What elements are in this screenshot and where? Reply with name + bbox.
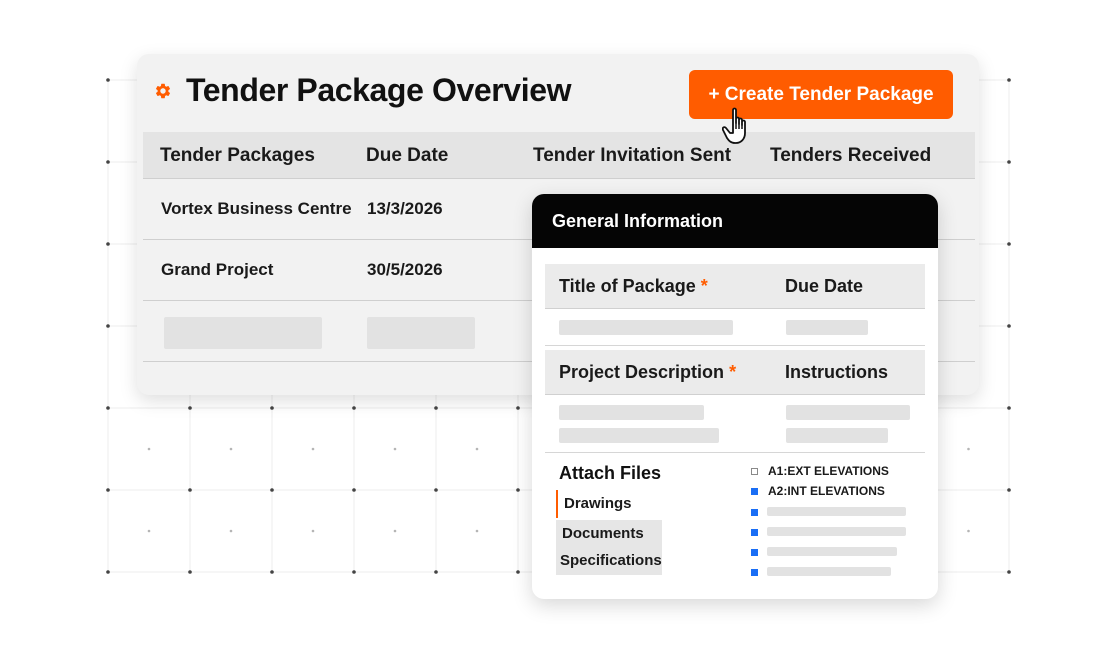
panel-header: General Information [532, 194, 938, 248]
title-of-package-input[interactable] [559, 320, 733, 335]
skeleton-placeholder [767, 507, 906, 516]
title-of-package-label: Title of Package * [559, 276, 708, 296]
grid-dot-minor [393, 447, 397, 451]
gear-icon [155, 83, 171, 99]
file-checkbox [751, 549, 758, 556]
required-marker: * [729, 362, 737, 382]
grid-dot [352, 570, 356, 574]
file-checkbox [751, 569, 758, 576]
general-information-panel: General Information Title of Package * D… [532, 194, 938, 599]
grid-dot-minor [311, 529, 315, 533]
file-name: A2:INT ELEVATIONS [768, 484, 885, 498]
grid-dot [106, 78, 110, 82]
grid-dot-minor [967, 447, 970, 451]
required-marker: * [700, 276, 708, 296]
grid-dot [1007, 406, 1011, 410]
table-header: Tender Packages Due Date Tender Invitati… [143, 132, 975, 179]
tab-documents[interactable]: Documents [556, 520, 662, 548]
grid-dot [1007, 242, 1011, 246]
grid-dot-minor [475, 447, 479, 451]
grid-dot [270, 406, 274, 410]
grid-dot [1007, 78, 1011, 82]
grid-dot-minor [967, 529, 970, 533]
grid-dot [516, 488, 520, 492]
grid-dot [188, 488, 192, 492]
grid-dot-minor [147, 447, 151, 451]
grid-dot [188, 570, 192, 574]
grid-dot-minor [475, 529, 479, 533]
project-description-input[interactable] [559, 405, 704, 420]
grid-dot [434, 570, 438, 574]
due-date-label: Due Date [785, 276, 864, 296]
file-checkbox [751, 509, 758, 516]
grid-dot-minor [229, 529, 233, 533]
tab-specifications[interactable]: Specifications [556, 547, 662, 575]
grid-dot [516, 406, 520, 410]
package-due-date: 13/3/2026 [367, 199, 443, 218]
skeleton-placeholder [767, 567, 891, 576]
file-name: A1:EXT ELEVATIONS [768, 464, 889, 478]
grid-dot [434, 488, 438, 492]
grid-dot-minor [393, 529, 397, 533]
file-checkbox[interactable] [751, 488, 758, 495]
instructions-label: Instructions [785, 362, 889, 382]
instructions-input[interactable] [786, 405, 910, 420]
grid-dot [270, 488, 274, 492]
file-checkbox [751, 529, 758, 536]
grid-dot [106, 406, 110, 410]
grid-dot [106, 242, 110, 246]
project-description-label: Project Description * [559, 362, 737, 382]
column-header-due-date[interactable]: Due Date [366, 145, 448, 167]
grid-dot [434, 406, 438, 410]
due-date-input[interactable] [786, 320, 868, 335]
package-name: Vortex Business Centre [161, 199, 352, 218]
grid-dot-minor [229, 447, 233, 451]
package-due-date: 30/5/2026 [367, 260, 443, 279]
grid-dot [106, 570, 110, 574]
grid-dot [1007, 570, 1011, 574]
grid-dot [1007, 324, 1011, 328]
grid-dot [516, 570, 520, 574]
pointer-hand-icon [722, 107, 746, 144]
grid-dot [270, 570, 274, 574]
grid-dot [352, 488, 356, 492]
divider [545, 345, 925, 346]
field-header-row: Title of Package * Due Date [545, 264, 925, 309]
grid-dot [1007, 160, 1011, 164]
page-title: Tender Package Overview [186, 72, 572, 108]
field-header-row: Project Description * Instructions [545, 350, 925, 395]
panel-title: General Information [552, 211, 724, 231]
instructions-input[interactable] [786, 428, 888, 443]
column-header-tenders-received[interactable]: Tenders Received [770, 145, 931, 167]
skeleton-placeholder [767, 547, 897, 556]
column-header-invitation-sent[interactable]: Tender Invitation Sent [533, 145, 731, 167]
attach-files-title: Attach Files [559, 463, 662, 483]
grid-dot-minor [311, 447, 315, 451]
skeleton-placeholder [767, 527, 906, 536]
grid-dot [106, 488, 110, 492]
skeleton-placeholder [164, 317, 322, 349]
package-name: Grand Project [161, 260, 274, 279]
tab-drawings[interactable]: Drawings [556, 490, 636, 518]
grid-dot [106, 324, 110, 328]
grid-dot [188, 406, 192, 410]
file-checkbox[interactable] [751, 468, 758, 475]
grid-dot [106, 160, 110, 164]
grid-dot [1007, 488, 1011, 492]
column-header-packages[interactable]: Tender Packages [160, 145, 315, 167]
grid-dot-minor [147, 529, 151, 533]
skeleton-placeholder [367, 317, 475, 349]
grid-dot [352, 406, 356, 410]
divider [545, 452, 925, 453]
project-description-input[interactable] [559, 428, 719, 443]
